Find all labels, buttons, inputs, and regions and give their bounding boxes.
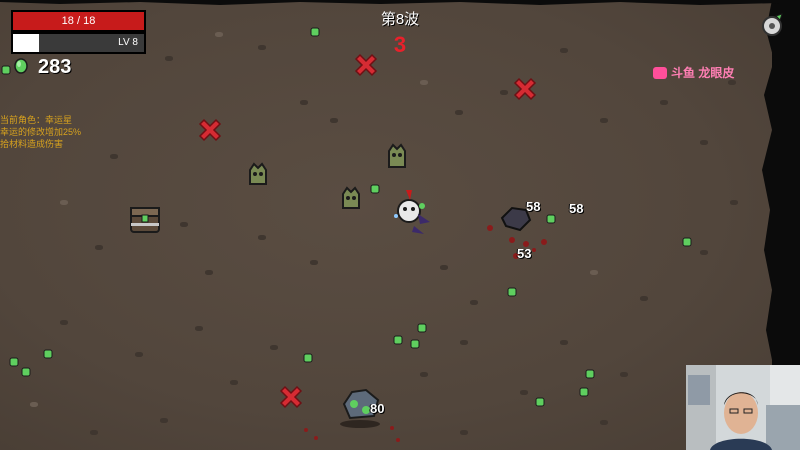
enemy-baby-alien xyxy=(249,162,267,185)
ground-rock xyxy=(700,250,708,255)
ground-rock xyxy=(165,56,173,61)
material-gem-icon xyxy=(43,349,53,359)
ground-rock xyxy=(90,430,98,435)
material-gem-icon xyxy=(585,369,595,379)
spawn-x-marker-icon xyxy=(354,53,378,77)
experience-bar-fill xyxy=(13,34,40,52)
ground-rock xyxy=(300,100,308,105)
damage-number: 80 xyxy=(370,401,385,416)
ground-rock xyxy=(60,200,68,205)
ground-rock xyxy=(455,110,463,115)
ground-rock xyxy=(180,222,188,227)
enemy-baby-alien xyxy=(388,143,406,168)
material-gem-icon xyxy=(579,387,589,397)
health-text: 18 / 18 xyxy=(61,15,96,27)
ground-rock xyxy=(470,300,478,305)
material-gem-icon xyxy=(370,184,380,194)
material-gem-icon xyxy=(417,323,427,333)
ground-rock xyxy=(95,245,103,250)
ground-rock xyxy=(520,390,528,395)
arena-top-edge xyxy=(0,0,780,5)
experience-bar: LV 8 xyxy=(11,32,146,54)
material-gem-icon xyxy=(303,353,313,363)
ground-rock xyxy=(258,45,266,50)
enemy-baby-alien xyxy=(342,186,360,209)
ground-rock xyxy=(420,372,428,377)
player-character xyxy=(394,190,430,234)
douyu-logo-icon xyxy=(653,66,667,79)
health-bar: 18 / 18 xyxy=(11,10,146,32)
blood-splatter xyxy=(304,426,400,442)
spawn-x-marker-icon xyxy=(279,385,303,409)
ground-rock xyxy=(500,90,508,95)
watermark-text: 斗鱼 龙眼皮 xyxy=(671,66,735,80)
ground-rock xyxy=(60,320,68,325)
ground-rock xyxy=(700,140,708,145)
material-gem-icon xyxy=(507,287,517,297)
ground-rock xyxy=(590,270,598,275)
streamer-webcam xyxy=(686,365,800,450)
material-gem-icon xyxy=(14,58,28,74)
ground-rock xyxy=(560,340,568,345)
ground-rock xyxy=(600,118,608,123)
ground-rock xyxy=(460,340,468,345)
ground-rock xyxy=(460,430,468,435)
loot-chest-icon[interactable] xyxy=(128,205,162,235)
ground-rock xyxy=(600,420,608,425)
ground-rock xyxy=(310,260,318,265)
material-gem-icon xyxy=(535,397,545,407)
ground-rock xyxy=(560,48,568,53)
ground-rock xyxy=(110,154,118,159)
material-gem-icon xyxy=(21,367,31,377)
ground-rock xyxy=(230,380,238,385)
ground-rock xyxy=(160,418,168,423)
wave-title: 第8波 xyxy=(380,11,420,28)
ground-rock xyxy=(205,270,213,275)
material-gem-icon xyxy=(410,339,420,349)
spawn-x-marker-icon xyxy=(198,118,222,142)
ground-rock xyxy=(270,345,278,350)
ground-rock xyxy=(330,118,338,123)
damage-number: 58 xyxy=(569,201,584,216)
damage-number: 58 xyxy=(526,199,541,214)
ground-rock xyxy=(440,265,448,270)
character-info-line: 幸运的修改增加25% xyxy=(0,127,82,137)
material-gem-icon xyxy=(9,357,19,367)
ground-rock xyxy=(195,326,203,331)
ground-rock xyxy=(30,402,38,407)
ground-rock xyxy=(620,372,628,377)
ground-rock xyxy=(660,100,668,105)
material-gem-icon xyxy=(682,237,692,247)
character-info-line: 拾材料造成伤害 xyxy=(0,139,64,149)
ground-rock xyxy=(135,352,143,357)
settings-gear-icon[interactable] xyxy=(758,12,786,40)
material-gem-icon xyxy=(393,335,403,345)
material-count: 283 xyxy=(38,56,72,78)
spawn-x-marker-icon xyxy=(513,77,537,101)
damage-number: 53 xyxy=(517,246,532,261)
ground-rock xyxy=(258,235,266,240)
level-text: LV 8 xyxy=(118,37,138,48)
character-info: 当前角色：幸运星 幸运的修改增加25% 拾材料造成伤害 xyxy=(0,114,81,150)
ground-rock xyxy=(730,200,738,205)
ground-rock xyxy=(420,80,428,85)
wave-timer: 3 xyxy=(393,32,407,57)
material-gem-icon xyxy=(310,27,320,37)
stream-watermark: 斗鱼 龙眼皮 xyxy=(653,64,734,81)
ground-rock xyxy=(215,32,223,37)
material-gem-icon xyxy=(1,65,11,75)
ground-rock xyxy=(640,296,648,301)
character-info-line: 当前角色：幸运星 xyxy=(0,115,73,125)
